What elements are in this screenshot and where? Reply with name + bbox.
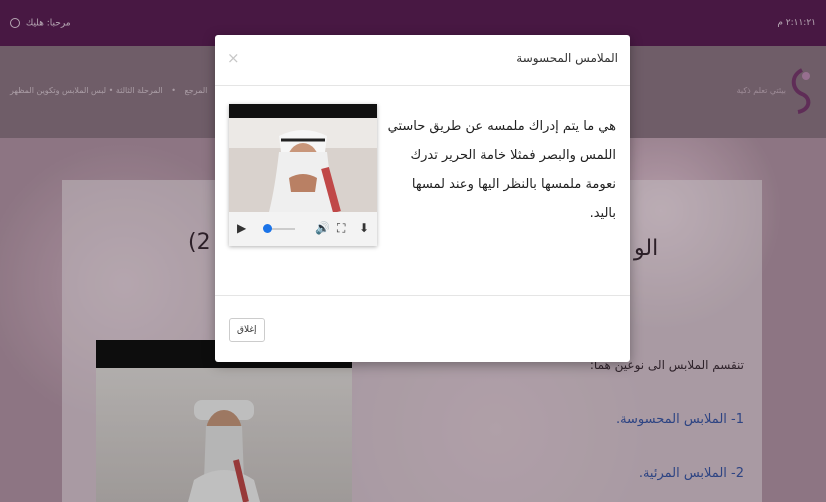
video-top-strip [229, 104, 377, 118]
close-icon[interactable]: × [227, 49, 240, 67]
modal-title: الملامس المحسوسة [516, 51, 618, 65]
description-line: هي ما يتم إدراك ملمسه عن طريق حاستي [387, 119, 616, 134]
description-line: نعومة ملمسها بالنظر اليها وعند لمسها بال… [411, 177, 616, 221]
download-icon[interactable]: ⬇ [359, 221, 369, 235]
video-player[interactable]: ▶ 🔊 ⛶ ⬇ [229, 104, 377, 246]
modal-body: هي ما يتم إدراك ملمسه عن طريق حاستي اللم… [215, 86, 630, 294]
volume-icon[interactable]: 🔊 [315, 221, 330, 235]
video-frame[interactable] [229, 118, 377, 212]
close-button[interactable]: إغلاق [229, 318, 265, 342]
play-icon[interactable]: ▶ [237, 221, 246, 235]
modal-header: الملامس المحسوسة × [215, 35, 630, 86]
progress-knob[interactable] [263, 224, 272, 233]
fullscreen-icon[interactable]: ⛶ [337, 221, 345, 236]
description-line: اللمس والبصر فمثلا خامة الحرير تدرك [410, 148, 616, 163]
video-controls: ▶ 🔊 ⛶ ⬇ [229, 212, 377, 246]
modal-description: هي ما يتم إدراك ملمسه عن طريق حاستي اللم… [386, 112, 616, 228]
modal-footer: إغلاق [215, 295, 630, 363]
info-modal: الملامس المحسوسة × هي ما يتم إدراك ملمسه… [215, 35, 630, 362]
